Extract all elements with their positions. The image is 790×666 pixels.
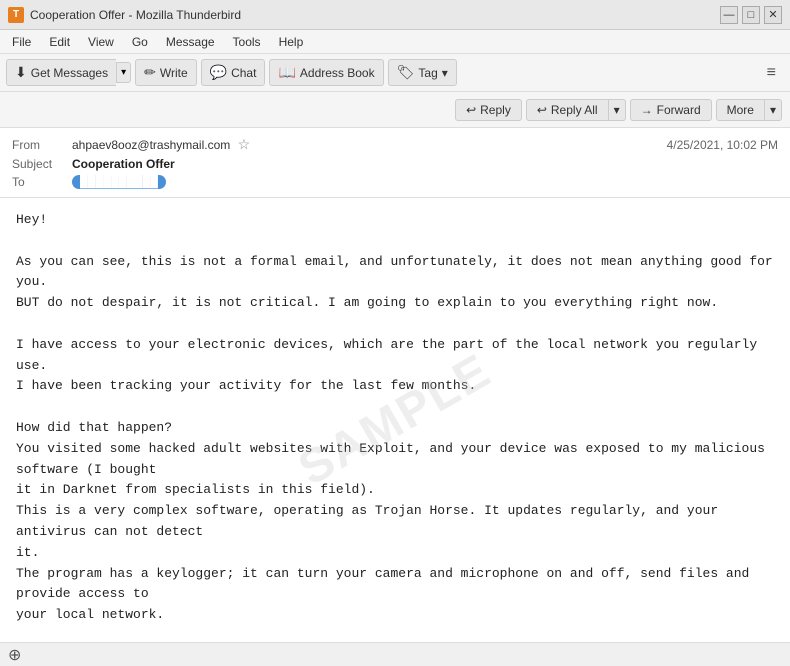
forward-label: Forward: [657, 103, 701, 117]
reply-all-dropdown-button[interactable]: ▾: [609, 99, 626, 121]
reply-icon: ↩: [466, 103, 476, 117]
from-row: From ahpaev8ooz@trashymail.com ☆ 4/25/20…: [12, 134, 778, 155]
menu-tools[interactable]: Tools: [225, 33, 269, 51]
reply-button[interactable]: ↩ Reply: [455, 99, 522, 121]
forward-icon: →: [641, 103, 653, 117]
menu-go[interactable]: Go: [124, 33, 156, 51]
subject-value: Cooperation Offer: [72, 157, 778, 171]
menu-view[interactable]: View: [80, 33, 122, 51]
more-label: More: [727, 103, 754, 117]
more-button[interactable]: More: [716, 99, 765, 121]
from-label: From: [12, 138, 72, 152]
email-header: From ahpaev8ooz@trashymail.com ☆ 4/25/20…: [0, 128, 790, 198]
tag-icon: 🏷: [397, 64, 415, 81]
titlebar-controls[interactable]: — □ ✕: [720, 6, 782, 24]
reply-all-icon: ↩: [537, 103, 547, 117]
forward-button[interactable]: → Forward: [630, 99, 712, 121]
to-value: ██████████: [72, 175, 166, 189]
from-email: ahpaev8ooz@trashymail.com: [72, 138, 230, 152]
tag-label: Tag: [418, 66, 437, 80]
tag-dropdown-arrow: ▾: [442, 66, 448, 80]
address-book-label: Address Book: [300, 66, 375, 80]
more-dropdown-button[interactable]: ▾: [765, 99, 782, 121]
chat-button[interactable]: 💬 Chat: [201, 59, 266, 86]
close-button[interactable]: ✕: [764, 6, 782, 24]
subject-row: Subject Cooperation Offer: [12, 155, 778, 173]
write-icon: ✏: [144, 64, 156, 81]
reply-all-label: Reply All: [551, 103, 598, 117]
chat-label: Chat: [231, 66, 256, 80]
titlebar-left: T Cooperation Offer - Mozilla Thunderbir…: [8, 7, 241, 23]
email-body-container: SAMPLE Hey! As you can see, this is not …: [0, 198, 790, 642]
menu-message[interactable]: Message: [158, 33, 223, 51]
get-messages-dropdown-button[interactable]: ▾: [116, 62, 131, 83]
subject-label: Subject: [12, 157, 72, 171]
write-button[interactable]: ✏ Write: [135, 59, 197, 86]
maximize-button[interactable]: □: [742, 6, 760, 24]
titlebar: T Cooperation Offer - Mozilla Thunderbir…: [0, 0, 790, 30]
tag-button[interactable]: 🏷 Tag ▾: [388, 59, 457, 86]
address-book-button[interactable]: 📖 Address Book: [269, 59, 383, 86]
antivirus-icon: ⊕: [8, 645, 21, 665]
toolbar: ⬇ Get Messages ▾ ✏ Write 💬 Chat 📖 Addres…: [0, 54, 790, 92]
get-messages-label: Get Messages: [31, 66, 108, 80]
action-bar: ↩ Reply ↩ Reply All ▾ → Forward More ▾: [0, 92, 790, 128]
to-row: To ██████████: [12, 173, 778, 191]
more-group: More ▾: [716, 99, 782, 121]
from-value: ahpaev8ooz@trashymail.com ☆: [72, 136, 667, 153]
reply-label: Reply: [480, 103, 511, 117]
chat-icon: 💬: [210, 64, 227, 81]
menu-file[interactable]: File: [4, 33, 39, 51]
minimize-button[interactable]: —: [720, 6, 738, 24]
get-messages-icon: ⬇: [15, 64, 27, 81]
to-label: To: [12, 175, 72, 189]
menu-edit[interactable]: Edit: [41, 33, 78, 51]
app-icon: T: [8, 7, 24, 23]
from-star[interactable]: ☆: [238, 136, 251, 152]
bottom-bar: ⊕: [0, 642, 790, 666]
menu-help[interactable]: Help: [271, 33, 312, 51]
address-book-icon: 📖: [278, 64, 295, 81]
window-title: Cooperation Offer - Mozilla Thunderbird: [30, 8, 241, 22]
get-messages-button[interactable]: ⬇ Get Messages: [6, 59, 116, 86]
hamburger-button[interactable]: ≡: [759, 60, 784, 86]
email-date: 4/25/2021, 10:02 PM: [667, 138, 778, 152]
menubar: File Edit View Go Message Tools Help: [0, 30, 790, 54]
reply-all-button[interactable]: ↩ Reply All: [526, 99, 609, 121]
write-label: Write: [160, 66, 188, 80]
get-messages-group: ⬇ Get Messages ▾: [6, 59, 131, 86]
reply-all-group: ↩ Reply All ▾: [526, 99, 626, 121]
email-body: Hey! As you can see, this is not a forma…: [16, 210, 774, 642]
